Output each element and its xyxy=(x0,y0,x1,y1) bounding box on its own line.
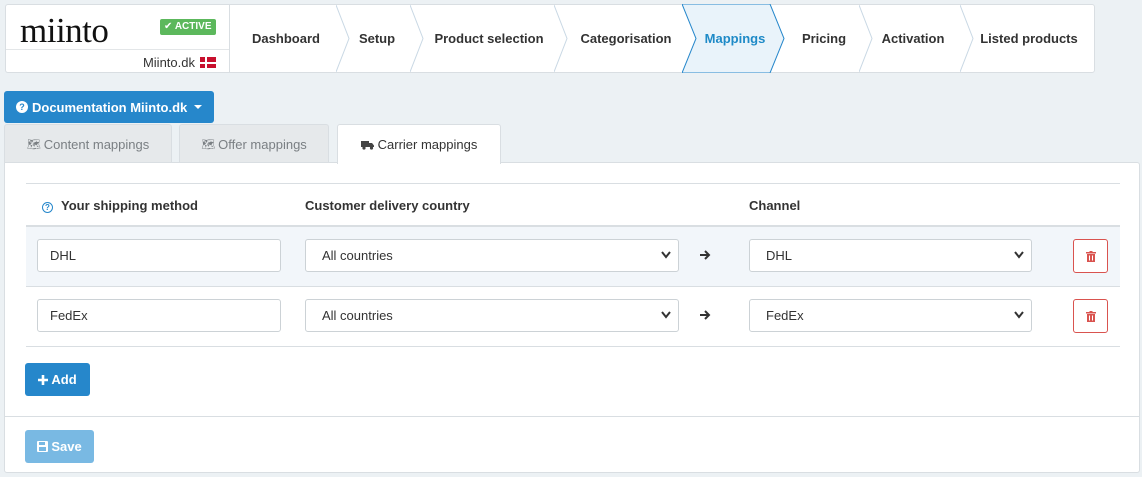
truck-icon xyxy=(360,140,374,150)
chevron-down-icon xyxy=(661,311,671,319)
carrier-mappings-table: ? Your shipping method Customer delivery … xyxy=(26,183,1120,347)
step-pricing[interactable]: Pricing xyxy=(790,5,858,72)
map-icon: 🗺 xyxy=(201,138,216,151)
tab-carrier-mappings[interactable]: Carrier mappings xyxy=(337,124,501,164)
chevron-down-icon xyxy=(1014,251,1024,259)
table-header: ? Your shipping method Customer delivery … xyxy=(26,183,1120,227)
denmark-flag-icon xyxy=(200,57,216,68)
arrow-right-icon xyxy=(700,250,711,260)
select-value: All countries xyxy=(322,248,393,263)
step-categorisation[interactable]: Categorisation xyxy=(566,5,686,72)
tab-offer-mappings[interactable]: 🗺 Offer mappings xyxy=(179,124,329,163)
help-icon[interactable]: ? xyxy=(42,202,53,213)
tab-label: Offer mappings xyxy=(218,136,307,152)
check-icon: ✔ xyxy=(164,21,173,32)
header-shipping-method-label: Your shipping method xyxy=(61,198,198,213)
step-product-selection[interactable]: Product selection xyxy=(421,5,557,72)
select-value: FedEx xyxy=(766,308,804,323)
table-row: FedEx All countries FedEx xyxy=(26,287,1120,347)
shipping-method-input[interactable]: DHL xyxy=(37,239,281,272)
carrier-mappings-panel: ? Your shipping method Customer delivery … xyxy=(4,162,1140,473)
chevron-down-icon xyxy=(1014,311,1024,319)
miinto-logo: miinto xyxy=(20,11,109,50)
save-button-label: Save xyxy=(51,439,82,454)
delete-row-button[interactable] xyxy=(1073,239,1108,273)
status-badge: ✔ ACTIVE xyxy=(160,19,217,35)
header-channel: Channel xyxy=(749,198,801,213)
add-button-label: Add xyxy=(51,372,77,387)
step-listed-products[interactable]: Listed products xyxy=(971,5,1087,72)
trash-icon xyxy=(1086,311,1096,322)
arrow-right-icon xyxy=(700,310,711,320)
documentation-dropdown-button[interactable]: ? Documentation Miinto.dk xyxy=(4,91,214,123)
select-value: DHL xyxy=(766,248,793,263)
question-circle-icon: ? xyxy=(16,101,28,113)
header-shipping-method: ? Your shipping method xyxy=(42,198,198,213)
shipping-method-input[interactable]: FedEx xyxy=(37,299,281,332)
step-dashboard[interactable]: Dashboard xyxy=(235,5,337,72)
panel-footer: Save xyxy=(5,416,1139,472)
step-mappings[interactable]: Mappings xyxy=(695,5,775,72)
chevron-down-icon xyxy=(661,251,671,259)
step-activation[interactable]: Activation xyxy=(870,5,956,72)
brand-panel: miinto ✔ ACTIVE Miinto.dk xyxy=(5,4,229,73)
save-button[interactable]: Save xyxy=(25,430,94,463)
caret-down-icon xyxy=(194,105,203,109)
step-setup[interactable]: Setup xyxy=(348,5,406,72)
tab-label: Carrier mappings xyxy=(377,137,478,152)
tab-label: Content mappings xyxy=(43,136,150,152)
documentation-button-label: Documentation Miinto.dk xyxy=(32,99,188,115)
channel-site-row: Miinto.dk xyxy=(6,49,229,74)
status-badge-label: ACTIVE xyxy=(174,21,212,32)
wizard-steps: Dashboard Setup Product selection Catego… xyxy=(229,4,1095,73)
delivery-country-select[interactable]: All countries xyxy=(305,299,679,332)
add-mapping-button[interactable]: Add xyxy=(25,363,90,396)
trash-icon xyxy=(1086,251,1096,262)
delivery-country-select[interactable]: All countries xyxy=(305,239,679,272)
table-row: DHL All countries DHL xyxy=(26,227,1120,287)
channel-site-name: Miinto.dk xyxy=(142,55,195,70)
select-value: All countries xyxy=(322,308,393,323)
channel-select[interactable]: FedEx xyxy=(749,299,1032,332)
floppy-disk-icon xyxy=(37,441,49,452)
plus-icon xyxy=(38,374,49,385)
map-icon: 🗺 xyxy=(26,138,41,151)
delete-row-button[interactable] xyxy=(1073,299,1108,333)
header-delivery-country: Customer delivery country xyxy=(305,198,470,213)
channel-select[interactable]: DHL xyxy=(749,239,1032,272)
tab-content-mappings[interactable]: 🗺 Content mappings xyxy=(4,124,172,163)
